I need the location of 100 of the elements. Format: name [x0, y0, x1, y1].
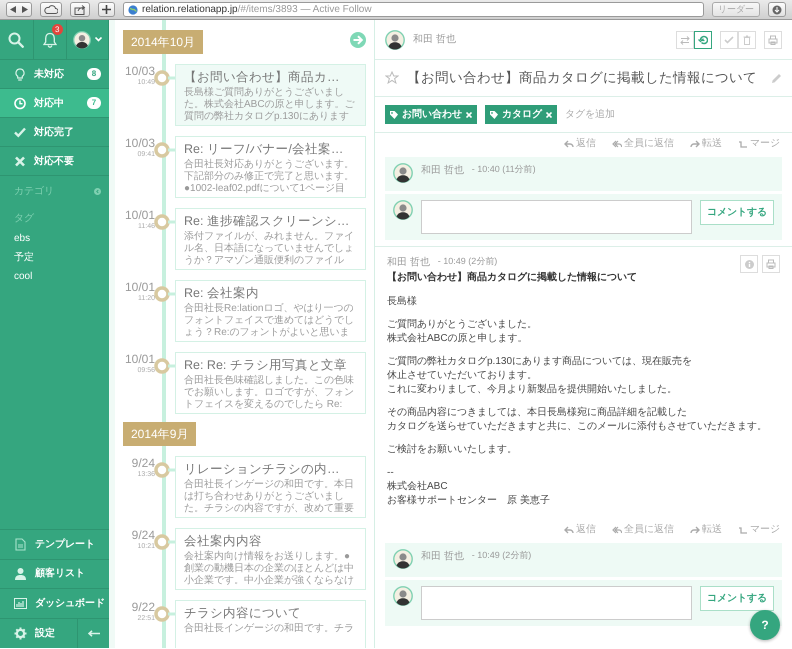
info-button[interactable] [740, 255, 758, 274]
star-icon[interactable] [385, 71, 399, 86]
arrow-right-circle-icon[interactable] [350, 32, 366, 48]
message-card[interactable]: リレーションチラシの内… 合田社長インゲージの和田です。本日は打ち合わせありがとうございました。チラシの内容ですが、改めて重要 [175, 456, 366, 518]
check-icon [724, 34, 734, 44]
toolbar-button[interactable] [694, 30, 712, 48]
comment-field[interactable] [421, 200, 692, 234]
back-icon[interactable] [10, 6, 17, 13]
cross-icon [14, 154, 26, 168]
message-card[interactable]: 【お問い合わせ】商品カ… 長島様ご質問ありがとうございました。株式会社ABCの原と申します。ご質問の弊社カタログp.130にあります [175, 64, 366, 126]
timeline-node [153, 214, 175, 230]
status-filter-item[interactable]: 対応完了 [0, 118, 109, 147]
action-link[interactable]: 全員に返信 [612, 522, 674, 538]
count-badge: 8 [87, 68, 101, 80]
circle-icon[interactable] [94, 188, 101, 195]
item-date: 10/01 [124, 280, 155, 294]
card-preview: 合田社長色味確認しました。この色味でお願いします。ロゴですが、フォントフェイスを変えるのでしたら Re: [184, 375, 355, 411]
action-link[interactable]: 全員に返信 [612, 136, 674, 152]
reader-button[interactable]: リーダー [712, 2, 760, 17]
status-filter-item[interactable]: 対応中 7 [0, 89, 109, 118]
message-card[interactable]: チラシ内容について 合田社長インゲージの和田です。チラ [175, 600, 366, 648]
tag-chip[interactable]: カタログ [485, 105, 557, 124]
tag-icon [490, 110, 498, 119]
timeline-node [153, 358, 175, 374]
action-link[interactable]: 返信 [564, 522, 596, 538]
settings-icon [14, 626, 27, 640]
item-date: 10/01 [124, 208, 155, 222]
comment-button[interactable]: コメントする [700, 586, 774, 612]
message-card[interactable]: Re: Re: チラシ用写真と文章 合田社長色味確認しました。この色味でお願いします。ロゴですが、フォントフェイスを変えるのでしたら Re: [175, 352, 366, 414]
email-paragraph: 長島様 [387, 295, 418, 310]
status-filter-item[interactable]: 対応不要 [0, 147, 109, 176]
comment-time: - 10:40 (11分前) [472, 163, 536, 176]
download-icon[interactable] [772, 4, 782, 14]
reply-all-icon [612, 140, 622, 148]
card-title: 【お問い合わせ】商品カ… [184, 70, 340, 85]
nav-item[interactable]: テンプレート [0, 529, 109, 558]
message-card[interactable]: Re: リーフ/バナー/会社案… 合田社長対応ありがとうございます。下記部分のみ修正で完了と思います。●1002-leaf02.pdfについて1ページ目 [175, 136, 366, 198]
nav-item[interactable]: 設定 [0, 618, 77, 648]
avatar-icon [393, 586, 413, 606]
card-preview: 合田社長対応ありがとうございます。下記部分のみ修正で完了と思います。●1002-leaf02.pdfについて1ページ目 [184, 159, 355, 195]
card-title: Re: 会社案内 [184, 286, 260, 301]
pencil-icon[interactable] [771, 72, 782, 84]
card-title: Re: リーフ/バナー/会社案… [184, 142, 344, 157]
tag-chip[interactable]: お問い合わせ [385, 105, 477, 124]
timeline-node [153, 70, 175, 86]
tag-heading: タグ [13, 212, 35, 226]
action-link[interactable]: マージ [738, 136, 780, 152]
action-link[interactable]: マージ [738, 522, 780, 538]
comment-field[interactable] [421, 586, 692, 620]
cloud-icon[interactable] [44, 5, 58, 14]
card-title: リレーションチラシの内… [184, 462, 340, 477]
remove-icon[interactable] [466, 112, 472, 118]
card-preview: 会社案内向け情報をお送りします。●創業の動機日本の企業のほとんどは中小企業です。中小企業が強くならなけ [184, 551, 355, 587]
comment-button[interactable]: コメントする [700, 200, 774, 226]
plus-icon[interactable] [102, 5, 111, 14]
swap-icon [680, 34, 690, 44]
ticket-title: 【お問い合わせ】商品カタログに掲載した情報について [407, 70, 757, 86]
avatar-icon[interactable] [73, 30, 91, 48]
address-bar[interactable]: relation.relationapp.jp/#/items/3893 — Active Follow [123, 2, 704, 17]
forward-icon [690, 526, 700, 534]
nav-item[interactable]: 顧客リスト [0, 558, 109, 588]
action-link[interactable]: 返信 [564, 136, 596, 152]
notification-badge: 3 [52, 24, 63, 35]
email-paragraph: その商品内容につきましては、本日長島様宛に商品詳細を記載した カタログを送らせていただきますと共に、このメールに添付もさせていただきます。 [387, 406, 768, 434]
avatar-icon [393, 549, 413, 570]
print-icon [768, 34, 778, 44]
info-icon [744, 260, 754, 269]
card-title: Re: Re: チラシ用写真と文章 [184, 358, 348, 373]
item-date: 9/22 [130, 600, 155, 614]
search-icon[interactable] [8, 32, 24, 48]
caret-icon[interactable] [95, 37, 102, 42]
card-preview: 合田社長インゲージの和田です。チラ [184, 623, 355, 635]
help-button[interactable]: ? [750, 610, 780, 640]
document-icon [14, 538, 27, 551]
message-card[interactable]: 会社案内内容 会社案内向け情報をお送りします。●創業の動機日本の企業のほとんどは中小企業です。中小企業が強くならなけ [175, 528, 366, 590]
card-preview: 添付ファイルが、みれません。ファイル名、日本語になっていませんでしょうか？アマゾン通販便利のファイル [184, 231, 355, 267]
comment-author: 和田 哲也 [421, 164, 464, 178]
remove-icon[interactable] [546, 112, 552, 118]
card-title: 会社案内内容 [184, 534, 263, 549]
timeline-node [153, 462, 175, 478]
count-badge: 7 [87, 97, 101, 109]
nav-item[interactable]: ダッシュボード [0, 588, 109, 618]
share-icon[interactable] [74, 4, 86, 14]
message-card[interactable]: Re: 会社案内 合田社長Re:lationロゴ、やはり一つのフォントフェイスで進めてはどうでしょう？Re:のフォントがよいと思いま [175, 280, 366, 342]
print-icon [766, 259, 776, 270]
forward-icon[interactable] [21, 6, 28, 13]
bell-icon[interactable] [42, 32, 57, 48]
person-icon [14, 567, 27, 580]
tag-link[interactable]: 予定 [0, 248, 109, 267]
message-card[interactable]: Re: 進捗確認スクリーンシ… 添付ファイルが、みれません。ファイル名、日本語になっていませんでしょうか？アマゾン通販便利のファイル [175, 208, 366, 270]
check-icon [14, 126, 26, 138]
timeline-node [153, 534, 175, 550]
tag-link[interactable]: cool [0, 267, 109, 286]
month-label: 2014年10月 [123, 30, 204, 54]
action-link[interactable]: 転送 [690, 136, 722, 152]
tag-link[interactable]: ebs [0, 229, 109, 248]
action-link[interactable]: 転送 [690, 522, 722, 538]
email-paragraph: ご質問の弊社カタログp.130にあります商品については、現在販売を 休止させていただいております。 これに変わりまして、今月より新製品を提供開始いたしました。 [387, 355, 694, 398]
globe-icon [128, 4, 138, 14]
print-button[interactable] [762, 255, 780, 274]
